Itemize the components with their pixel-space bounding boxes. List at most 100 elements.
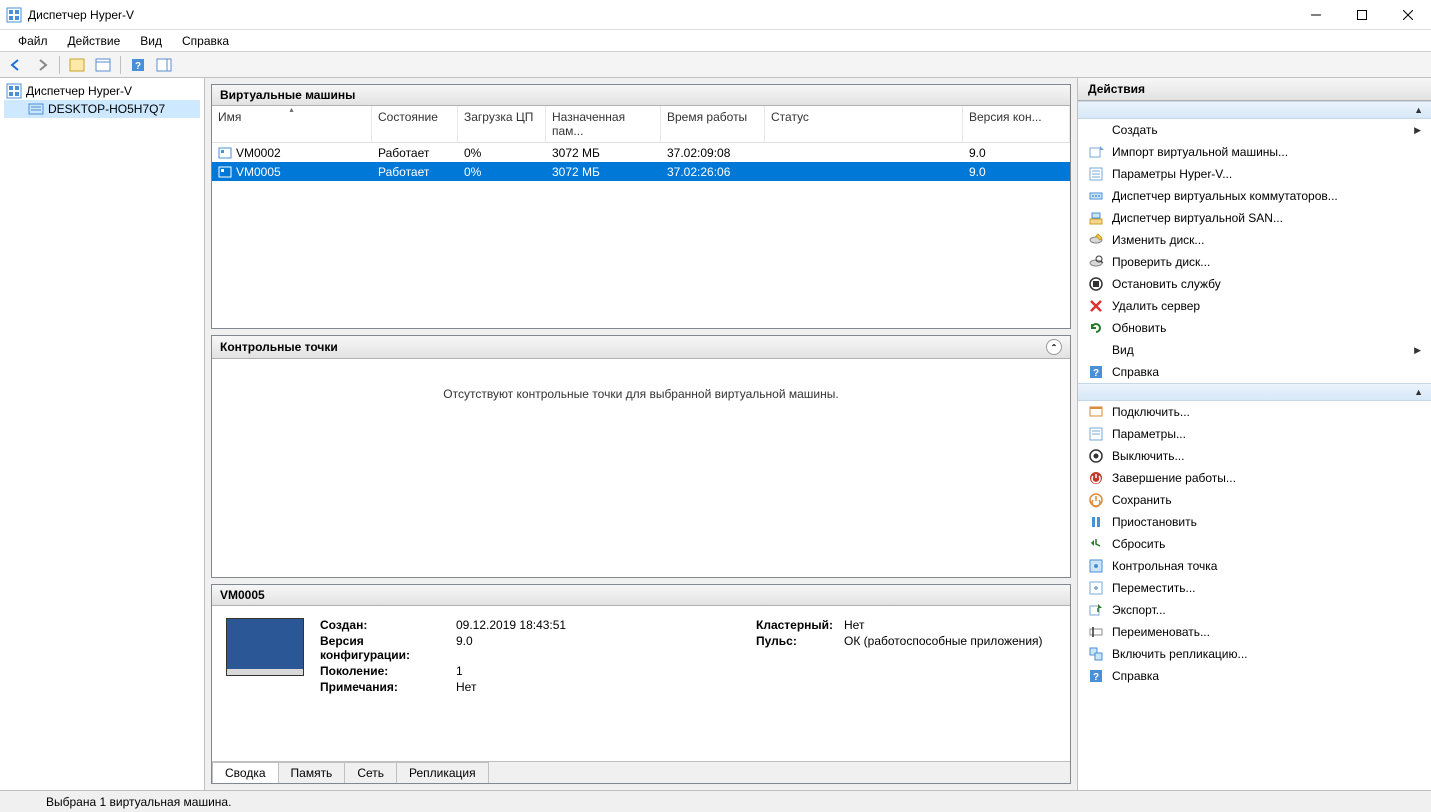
action-item[interactable]: Сохранить — [1078, 489, 1431, 511]
action-item[interactable]: Сбросить — [1078, 533, 1431, 555]
server-icon — [28, 101, 44, 117]
show-actions-button[interactable] — [152, 54, 176, 76]
maximize-button[interactable] — [1339, 0, 1385, 30]
action-label: Выключить... — [1112, 449, 1421, 463]
app-icon — [6, 7, 22, 23]
help-icon: ? — [1088, 364, 1104, 380]
action-label: Удалить сервер — [1112, 299, 1421, 313]
vm-state: Работает — [372, 165, 458, 179]
properties-button[interactable] — [91, 54, 115, 76]
action-item[interactable]: Создать ▶ — [1078, 119, 1431, 141]
navigation-tree: Диспетчер Hyper-V DESKTOP-HO5H7Q7 — [0, 78, 205, 790]
action-item[interactable]: Диспетчер виртуальных коммутаторов... — [1078, 185, 1431, 207]
forward-button[interactable] — [30, 54, 54, 76]
action-label: Параметры... — [1112, 427, 1421, 441]
blank-icon — [1088, 122, 1104, 138]
action-item[interactable]: Удалить сервер — [1078, 295, 1431, 317]
checkpoints-header: Контрольные точки ⌃ — [212, 336, 1070, 359]
action-item[interactable]: Изменить диск... — [1078, 229, 1431, 251]
clustered-label: Кластерный: — [756, 618, 844, 632]
tree-host[interactable]: DESKTOP-HO5H7Q7 — [4, 100, 200, 118]
tree-root-label: Диспетчер Hyper-V — [26, 84, 132, 98]
details-panel: VM0005 Создан: 09.12.2019 18:43:51 Класт… — [211, 584, 1071, 784]
back-button[interactable] — [4, 54, 28, 76]
vm-name: VM0002 — [236, 146, 281, 160]
menu-file[interactable]: Файл — [8, 32, 58, 50]
tab-summary[interactable]: Сводка — [212, 762, 279, 783]
action-item[interactable]: Обновить — [1078, 317, 1431, 339]
action-label: Остановить службу — [1112, 277, 1421, 291]
move-icon — [1088, 580, 1104, 596]
pause-icon — [1088, 514, 1104, 530]
action-item[interactable]: Завершение работы... — [1078, 467, 1431, 489]
action-item[interactable]: Проверить диск... — [1078, 251, 1431, 273]
tab-replication[interactable]: Репликация — [396, 762, 489, 783]
menu-help[interactable]: Справка — [172, 32, 239, 50]
show-hide-tree-button[interactable] — [65, 54, 89, 76]
action-label: Диспетчер виртуальных коммутаторов... — [1112, 189, 1421, 203]
export-icon — [1088, 602, 1104, 618]
table-row[interactable]: VM0002 Работает 0% 3072 МБ 37.02:09:08 9… — [212, 143, 1070, 162]
generation-label: Поколение: — [320, 664, 456, 678]
menu-action[interactable]: Действие — [58, 32, 131, 50]
col-name[interactable]: ▴Имя — [212, 106, 372, 142]
action-item[interactable]: Вид ▶ — [1078, 339, 1431, 361]
action-label: Приостановить — [1112, 515, 1421, 529]
details-title: VM0005 — [220, 588, 265, 602]
heartbeat-label: Пульс: — [756, 634, 844, 662]
vm-version: 9.0 — [963, 146, 1070, 160]
action-item[interactable]: Параметры Hyper-V... — [1078, 163, 1431, 185]
col-cpu[interactable]: Загрузка ЦП — [458, 106, 546, 142]
col-uptime[interactable]: Время работы — [661, 106, 765, 142]
configver-label: Версия конфигурации: — [320, 634, 456, 662]
action-item[interactable]: Включить репликацию... — [1078, 643, 1431, 665]
collapse-icon[interactable]: ⌃ — [1046, 339, 1062, 355]
menubar: Файл Действие Вид Справка — [0, 30, 1431, 52]
clustered-value: Нет — [844, 618, 1043, 632]
action-item[interactable]: Выключить... — [1078, 445, 1431, 467]
minimize-button[interactable] — [1293, 0, 1339, 30]
action-item[interactable]: ? Справка — [1078, 665, 1431, 687]
actions-host-list: Создать ▶ Импорт виртуальной машины... П… — [1078, 119, 1431, 383]
action-label: Диспетчер виртуальной SAN... — [1112, 211, 1421, 225]
vms-table-header: ▴Имя Состояние Загрузка ЦП Назначенная п… — [212, 106, 1070, 143]
action-item[interactable]: Приостановить — [1078, 511, 1431, 533]
tree-root[interactable]: Диспетчер Hyper-V — [4, 82, 200, 100]
tab-memory[interactable]: Память — [278, 762, 346, 783]
details-header: VM0005 — [212, 585, 1070, 606]
action-label: Включить репликацию... — [1112, 647, 1421, 661]
tab-network[interactable]: Сеть — [344, 762, 397, 783]
action-item[interactable]: Переместить... — [1078, 577, 1431, 599]
action-item[interactable]: Переименовать... — [1078, 621, 1431, 643]
action-item[interactable]: Остановить службу — [1078, 273, 1431, 295]
action-item[interactable]: Параметры... — [1078, 423, 1431, 445]
action-item[interactable]: Импорт виртуальной машины... — [1078, 141, 1431, 163]
vm-cpu: 0% — [458, 165, 546, 179]
col-state[interactable]: Состояние — [372, 106, 458, 142]
actions-vm-header[interactable]: ▲ — [1078, 383, 1431, 401]
action-item[interactable]: Диспетчер виртуальной SAN... — [1078, 207, 1431, 229]
action-item[interactable]: ? Справка — [1078, 361, 1431, 383]
statusbar-text: Выбрана 1 виртуальная машина. — [46, 795, 231, 809]
vm-thumbnail[interactable] — [226, 618, 304, 676]
col-status[interactable]: Статус — [765, 106, 963, 142]
table-row[interactable]: VM0005 Работает 0% 3072 МБ 37.02:26:06 9… — [212, 162, 1070, 181]
notes-value: Нет — [456, 680, 756, 694]
actions-host-header[interactable]: ▲ — [1078, 101, 1431, 119]
san-icon — [1088, 210, 1104, 226]
action-item[interactable]: Контрольная точка — [1078, 555, 1431, 577]
col-memory[interactable]: Назначенная пам... — [546, 106, 661, 142]
vm-version: 9.0 — [963, 165, 1070, 179]
delete-icon — [1088, 298, 1104, 314]
col-version[interactable]: Версия кон... — [963, 106, 1070, 142]
toolbar-separator — [120, 56, 121, 74]
help-button[interactable]: ? — [126, 54, 150, 76]
vms-table-body: VM0002 Работает 0% 3072 МБ 37.02:09:08 9… — [212, 143, 1070, 181]
menu-view[interactable]: Вид — [130, 32, 172, 50]
action-item[interactable]: Подключить... — [1078, 401, 1431, 423]
close-button[interactable] — [1385, 0, 1431, 30]
svg-text:?: ? — [1093, 368, 1099, 379]
action-item[interactable]: Экспорт... — [1078, 599, 1431, 621]
configver-value: 9.0 — [456, 634, 756, 662]
replication-icon — [1088, 646, 1104, 662]
